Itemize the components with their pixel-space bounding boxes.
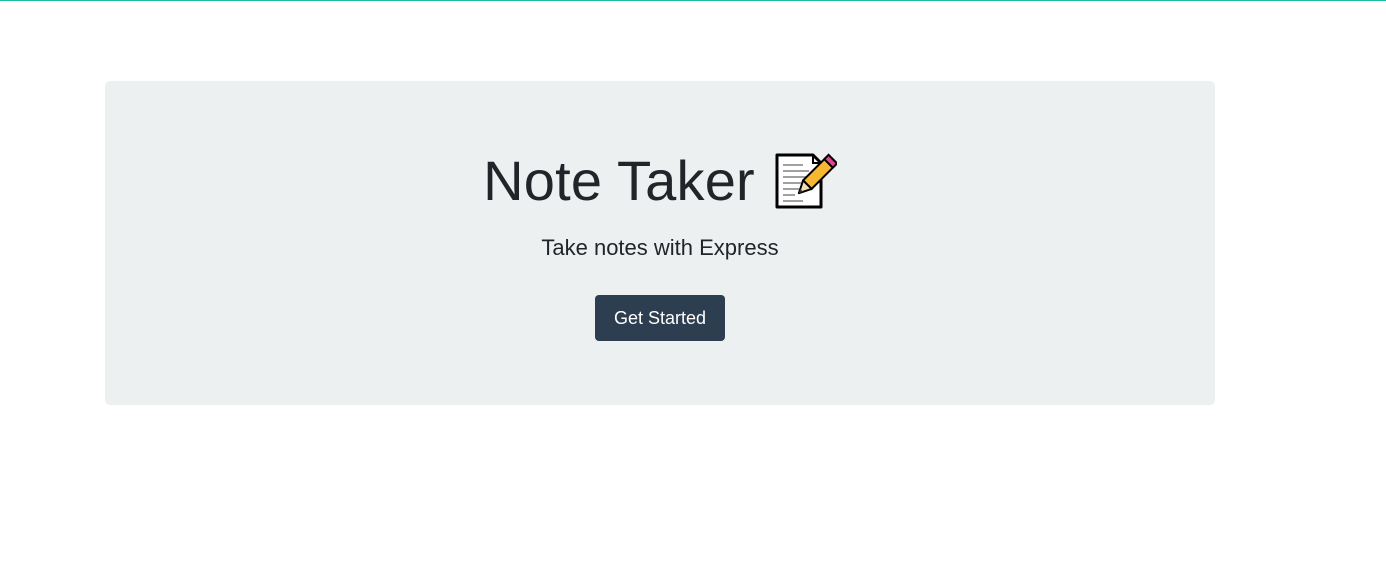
page-title: Note Taker <box>483 149 755 212</box>
get-started-button[interactable]: Get Started <box>595 295 725 341</box>
title-row: Note Taker <box>105 145 1215 217</box>
page-subtitle: Take notes with Express <box>541 235 779 260</box>
top-accent-line <box>0 0 1386 1</box>
hero-panel: Note Taker Take notes with Express Get S… <box>105 81 1215 405</box>
memo-icon <box>773 149 839 213</box>
